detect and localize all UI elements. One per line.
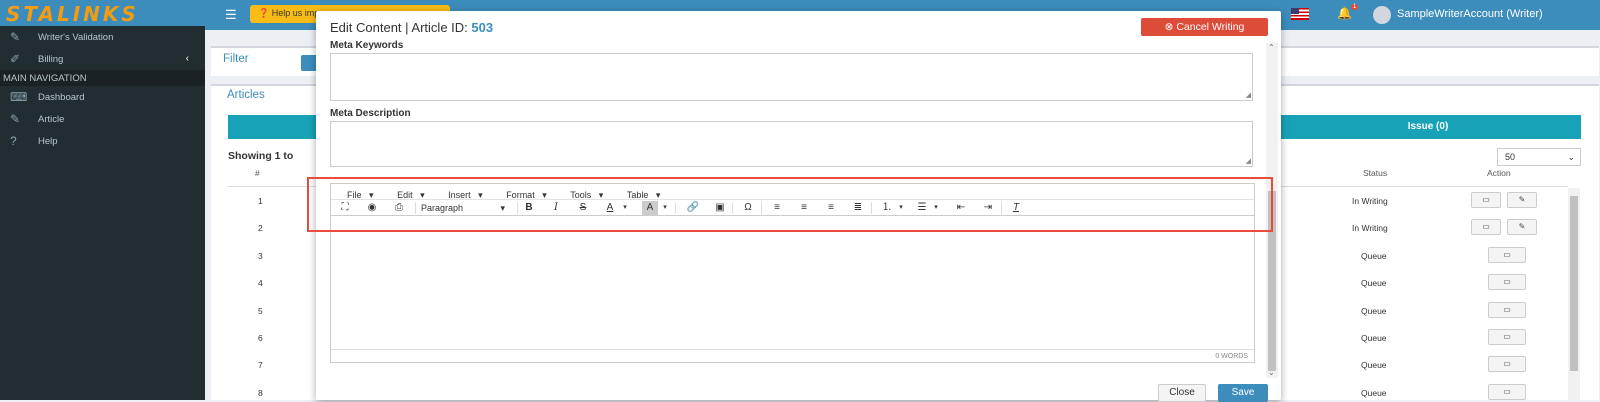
sidebar-item-label: Help: [38, 136, 58, 147]
sidebar-item-label: Dashboard: [38, 92, 85, 103]
filter-title[interactable]: Filter: [223, 53, 249, 65]
chevron-up-icon[interactable]: ⌃: [1268, 43, 1275, 52]
view-button[interactable]: ▭: [1471, 219, 1501, 236]
edit-icon: ✎: [10, 112, 21, 126]
highlight-annotation: [307, 177, 1273, 232]
table-row-status: In Writing: [1352, 196, 1388, 206]
view-button[interactable]: ▭: [1488, 356, 1526, 373]
view-button[interactable]: ▭: [1488, 246, 1526, 263]
chevron-down-icon[interactable]: ⌄: [1268, 368, 1275, 377]
close-button[interactable]: Close: [1158, 384, 1206, 402]
table-row-number: 1: [258, 196, 263, 206]
word-count: 0 WORDS: [1215, 353, 1248, 360]
money-icon: ✐: [10, 52, 21, 66]
articles-title: Articles: [227, 89, 265, 101]
scrollbar-thumb[interactable]: [1570, 196, 1578, 371]
bell-icon[interactable]: 🔔: [1337, 6, 1352, 20]
meta-keywords-label: Meta Keywords: [330, 40, 404, 51]
chevron-down-icon: ⌄: [1567, 152, 1575, 162]
page-size-select[interactable]: 50 ⌄: [1497, 148, 1581, 166]
close-circle-icon: ⊗: [1164, 21, 1174, 33]
table-row-number: 4: [258, 278, 263, 289]
table-row-number: 2: [258, 223, 263, 234]
view-button[interactable]: ▭: [1488, 383, 1526, 400]
sidebar-item-writers-validation[interactable]: ✎ Writer's Validation: [0, 26, 205, 48]
modal-title: Edit Content | Article ID: 503: [330, 20, 493, 35]
view-button[interactable]: ▭: [1488, 274, 1526, 291]
resize-handle-icon[interactable]: ◢: [1246, 91, 1251, 99]
meta-keywords-field[interactable]: ◢: [330, 53, 1253, 101]
showing-entries-text: Showing 1 to: [228, 150, 294, 162]
resize-handle-icon[interactable]: ◢: [1246, 157, 1251, 165]
table-row-status: Queue: [1361, 387, 1387, 398]
sidebar-item-label: Article: [38, 114, 65, 125]
edit-button[interactable]: ✎: [1507, 192, 1537, 208]
edit-button[interactable]: ✎: [1507, 219, 1537, 236]
sidebar-item-label: Writer's Validation: [38, 32, 114, 43]
view-button[interactable]: ▭: [1471, 192, 1501, 208]
table-row-status: Queue: [1361, 250, 1387, 261]
editor-content-area[interactable]: [331, 217, 1254, 349]
tab-issue[interactable]: Issue (0): [1275, 115, 1581, 139]
table-row-status: Queue: [1361, 305, 1387, 316]
table-row-number: 8: [258, 387, 263, 398]
article-id: 503: [471, 20, 494, 35]
table-scrollbar[interactable]: [1568, 188, 1580, 400]
us-flag-icon[interactable]: [1291, 8, 1309, 20]
meta-description-field[interactable]: ◢: [330, 121, 1253, 167]
save-button[interactable]: Save: [1218, 384, 1268, 402]
view-button[interactable]: ▭: [1488, 301, 1526, 318]
sidebar-item-help[interactable]: ? Help: [0, 130, 205, 152]
column-header-num: #: [255, 168, 260, 178]
table-row-status: Queue: [1361, 333, 1387, 343]
sidebar-item-label: Billing: [38, 54, 64, 65]
edit-icon: ✎: [10, 30, 21, 44]
sidebar-item-billing[interactable]: ✐ Billing ‹: [0, 48, 205, 70]
user-name[interactable]: SampleWriterAccount (Writer): [1397, 8, 1543, 20]
sidebar-item-dashboard[interactable]: ⌨ Dashboard: [0, 86, 205, 108]
modal-title-prefix: Edit Content | Article ID:: [330, 20, 472, 35]
question-icon: ❓: [258, 8, 270, 18]
question-icon: ?: [10, 134, 17, 148]
table-row-number: 3: [258, 250, 263, 261]
sidebar-item-article[interactable]: ✎ Article: [0, 108, 205, 130]
table-row-number: 6: [258, 333, 263, 343]
sidebar-header: MAIN NAVIGATION: [0, 70, 205, 86]
column-header-status: Status: [1363, 168, 1388, 178]
editor-statusbar: 0 WORDS: [331, 349, 1254, 362]
table-row-number: 5: [258, 305, 263, 316]
cancel-writing-label: Cancel Writing: [1176, 21, 1245, 33]
table-row-status: Queue: [1361, 360, 1387, 371]
keyboard-icon: ⌨: [10, 90, 28, 104]
cancel-writing-button[interactable]: ⊗ Cancel Writing: [1141, 18, 1268, 36]
table-row-status: Queue: [1361, 278, 1387, 289]
brand-logo[interactable]: STALINKS: [0, 0, 205, 26]
sidebar: STALINKS ✎ Writer's Validation ✐ Billing…: [0, 0, 205, 400]
menu-toggle-icon[interactable]: ☰: [225, 7, 237, 23]
table-row-status: In Writing: [1352, 223, 1388, 234]
view-button[interactable]: ▭: [1488, 329, 1526, 345]
meta-description-label: Meta Description: [330, 108, 411, 119]
column-header-action: Action: [1487, 168, 1511, 178]
table-row-number: 7: [258, 360, 263, 371]
notification-badge: 1: [1351, 4, 1359, 10]
chevron-left-icon: ‹: [185, 53, 189, 64]
page-size-value: 50: [1505, 152, 1516, 162]
status-tab[interactable]: [228, 115, 320, 139]
avatar[interactable]: [1373, 6, 1391, 24]
